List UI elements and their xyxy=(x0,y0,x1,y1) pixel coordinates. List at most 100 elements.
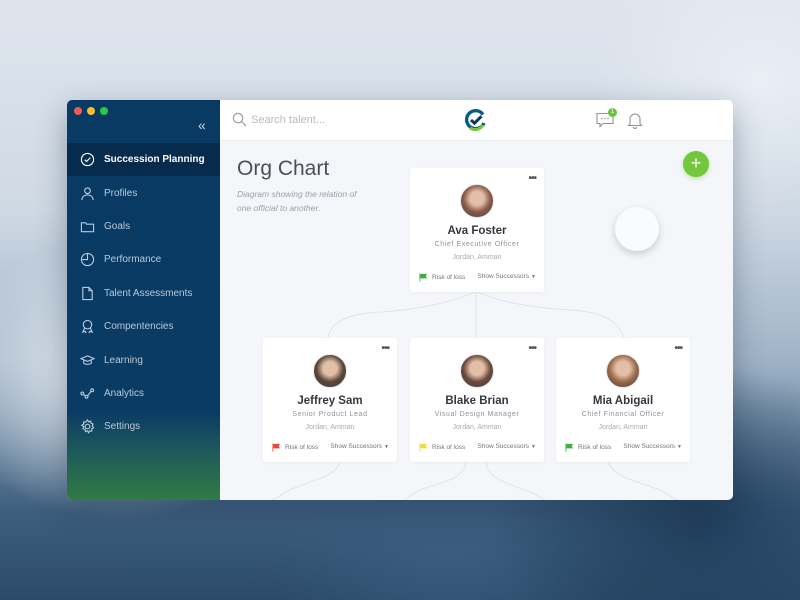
messages-badge: 1 xyxy=(608,108,617,117)
more-options-icon[interactable]: ••• xyxy=(528,343,536,354)
show-successors-label: Show Successors xyxy=(623,443,676,450)
gear-icon xyxy=(79,419,95,435)
drag-handle[interactable] xyxy=(615,207,659,251)
node-role: Chief Financial Officer xyxy=(581,411,665,418)
node-location: Jordan, Amman xyxy=(598,424,648,431)
org-node-card[interactable]: ••• Blake Brian Visual Design Manager Jo… xyxy=(410,338,544,462)
sidebar-item-label: Learning xyxy=(104,354,143,366)
document-icon xyxy=(79,285,95,301)
connector-line xyxy=(475,290,625,339)
flag-icon xyxy=(419,443,428,452)
main-area: 1 Scarlet Org Chart Diagram showing the … xyxy=(220,100,733,500)
check-circle-icon xyxy=(79,152,95,168)
avatar xyxy=(606,354,640,388)
show-successors-dropdown[interactable]: Show Successors ▼ xyxy=(477,443,536,450)
sidebar-item-label: Analytics xyxy=(104,387,145,399)
app-window: « Succession Planning Profiles Goals Per… xyxy=(67,100,733,500)
node-location: Jordan, Amman xyxy=(452,254,502,261)
top-bar: 1 Scarlet xyxy=(220,100,733,141)
show-successors-dropdown[interactable]: Show Successors ▼ xyxy=(623,443,682,450)
folder-icon xyxy=(79,218,95,234)
sidebar-item-label: Profiles xyxy=(104,187,138,199)
show-successors-label: Show Successors xyxy=(477,273,530,280)
org-node-card[interactable]: ••• Jeffrey Sam Senior Product Lead Jord… xyxy=(263,338,397,462)
search-input[interactable] xyxy=(251,110,431,130)
node-role: Chief Executive Officer xyxy=(434,241,520,248)
analytics-icon xyxy=(79,385,95,401)
more-options-icon[interactable]: ••• xyxy=(674,343,682,354)
page-title: Org Chart xyxy=(237,157,330,180)
sidebar-item-performance[interactable]: Performance xyxy=(67,243,220,276)
caret-down-icon: ▼ xyxy=(531,274,536,280)
risk-label: Risk of loss xyxy=(432,444,466,451)
risk-label: Risk of loss xyxy=(432,274,466,281)
connector-line xyxy=(403,461,467,500)
sidebar-item-analytics[interactable]: Analytics xyxy=(67,377,220,410)
more-options-icon[interactable]: ••• xyxy=(528,173,536,184)
node-name: Blake Brian xyxy=(445,395,509,407)
avatar xyxy=(460,354,494,388)
org-node-card[interactable]: ••• Mia Abigail Chief Financial Officer … xyxy=(556,338,690,462)
graduation-cap-icon xyxy=(79,352,95,368)
org-node-card[interactable]: ••• Ava Foster Chief Executive Officer J… xyxy=(410,168,544,292)
sidebar: « Succession Planning Profiles Goals Per… xyxy=(67,100,220,500)
caret-down-icon: ▼ xyxy=(677,444,682,450)
app-logo-icon xyxy=(464,109,486,132)
sidebar-item-profiles[interactable]: Profiles xyxy=(67,176,220,209)
sidebar-item-succession-planning[interactable]: Succession Planning xyxy=(67,143,220,177)
node-name: Ava Foster xyxy=(447,225,507,237)
sidebar-item-label: Compentencies xyxy=(104,321,174,333)
more-options-icon[interactable]: ••• xyxy=(381,343,389,354)
sidebar-item-label: Settings xyxy=(104,421,141,433)
flag-icon xyxy=(272,443,281,452)
pie-chart-icon xyxy=(79,252,95,268)
caret-down-icon: ▼ xyxy=(531,444,536,450)
flag-icon xyxy=(419,273,428,282)
connector-line xyxy=(607,461,679,500)
sidebar-item-settings[interactable]: Settings xyxy=(67,410,220,443)
show-successors-dropdown[interactable]: Show Successors ▼ xyxy=(477,273,536,280)
connector-line xyxy=(327,290,477,339)
show-successors-label: Show Successors xyxy=(330,443,383,450)
node-name: Jeffrey Sam xyxy=(297,395,363,407)
caret-down-icon: ▼ xyxy=(384,444,389,450)
chevrons-left-icon[interactable]: « xyxy=(198,118,206,132)
avatar xyxy=(460,184,494,218)
sidebar-item-label: Performance xyxy=(104,254,162,266)
connector-line xyxy=(485,461,546,500)
page-description: Diagram showing the relation of one offi… xyxy=(237,189,357,213)
close-window-button[interactable] xyxy=(74,107,82,115)
node-location: Jordan, Amman xyxy=(452,424,502,431)
risk-of-loss-indicator[interactable]: Risk of loss xyxy=(419,273,465,282)
node-location: Jordan, Amman xyxy=(305,424,355,431)
node-name: Mia Abigail xyxy=(592,395,654,407)
flag-icon xyxy=(565,443,574,452)
risk-of-loss-indicator[interactable]: Risk of loss xyxy=(565,443,611,452)
avatar xyxy=(313,354,347,388)
sidebar-item-label: Talent Assessments xyxy=(104,287,193,299)
award-icon xyxy=(79,319,95,335)
sidebar-item-label: Succession Planning xyxy=(104,154,205,166)
risk-of-loss-indicator[interactable]: Risk of loss xyxy=(419,443,465,452)
sidebar-nav: Succession Planning Profiles Goals Perfo… xyxy=(67,143,220,444)
add-node-button[interactable]: + xyxy=(683,151,709,177)
window-controls xyxy=(74,107,108,115)
show-successors-label: Show Successors xyxy=(477,443,530,450)
bell-icon[interactable] xyxy=(627,111,643,129)
sidebar-item-label: Goals xyxy=(104,220,131,232)
user-icon xyxy=(79,185,95,201)
risk-label: Risk of loss xyxy=(578,444,612,451)
connector-line xyxy=(271,461,341,500)
show-successors-dropdown[interactable]: Show Successors ▼ xyxy=(330,443,389,450)
sidebar-item-learning[interactable]: Learning xyxy=(67,343,220,376)
search-icon xyxy=(232,112,247,127)
sidebar-item-compentencies[interactable]: Compentencies xyxy=(67,310,220,343)
node-role: Visual Design Manager xyxy=(434,411,520,418)
risk-label: Risk of loss xyxy=(285,444,319,451)
node-role: Senior Product Lead xyxy=(292,411,368,418)
minimize-window-button[interactable] xyxy=(87,107,95,115)
sidebar-item-goals[interactable]: Goals xyxy=(67,210,220,243)
risk-of-loss-indicator[interactable]: Risk of loss xyxy=(272,443,318,452)
maximize-window-button[interactable] xyxy=(100,107,108,115)
sidebar-item-talent-assessments[interactable]: Talent Assessments xyxy=(67,277,220,310)
